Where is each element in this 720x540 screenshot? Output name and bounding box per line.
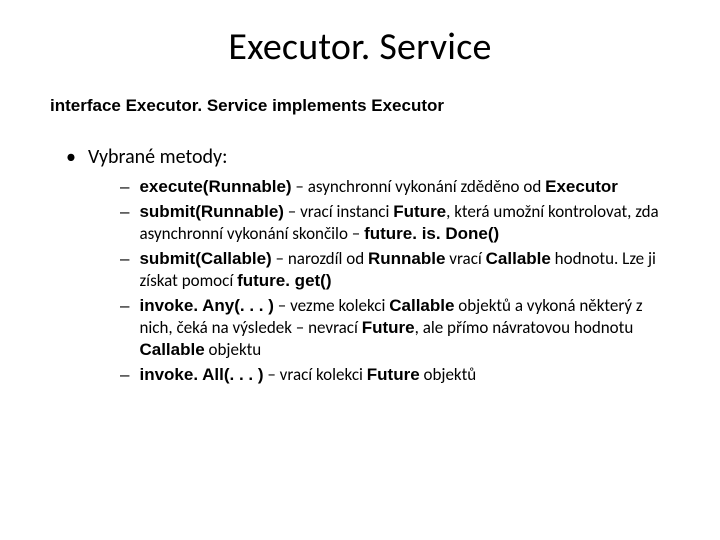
dash-icon: –: [120, 295, 129, 317]
list-item: – invoke. Any(. . . ) – vezme kolekci Ca…: [120, 295, 670, 361]
dash-icon: –: [120, 176, 129, 198]
list-item: – submit(Callable) – narozdíl od Runnabl…: [120, 248, 670, 292]
slide: Executor. Service interface Executor. Se…: [0, 0, 720, 409]
interface-declaration: interface Executor. Service implements E…: [50, 96, 670, 116]
list-item: – invoke. All(. . . ) – vrací kolekci Fu…: [120, 364, 670, 386]
method-execute: execute(Runnable) – asynchronní vykonání…: [139, 176, 617, 198]
dash-icon: –: [120, 248, 129, 270]
bullet-label: Vybrané metody:: [88, 144, 227, 170]
list-item: – execute(Runnable) – asynchronní vykoná…: [120, 176, 670, 198]
bullet-methods: • Vybrané metody:: [50, 144, 670, 170]
list-item: – submit(Runnable) – vrací instanci Futu…: [120, 201, 670, 245]
method-invoke-all: invoke. All(. . . ) – vrací kolekci Futu…: [139, 364, 476, 386]
method-list: – execute(Runnable) – asynchronní vykoná…: [50, 176, 670, 386]
dash-icon: –: [120, 201, 129, 223]
method-invoke-any: invoke. Any(. . . ) – vezme kolekci Call…: [139, 295, 670, 361]
dash-icon: –: [120, 364, 129, 386]
page-title: Executor. Service: [50, 24, 670, 70]
method-submit-callable: submit(Callable) – narozdíl od Runnable …: [139, 248, 670, 292]
method-submit-runnable: submit(Runnable) – vrací instanci Future…: [139, 201, 670, 245]
bullet-dot-icon: •: [66, 144, 76, 170]
